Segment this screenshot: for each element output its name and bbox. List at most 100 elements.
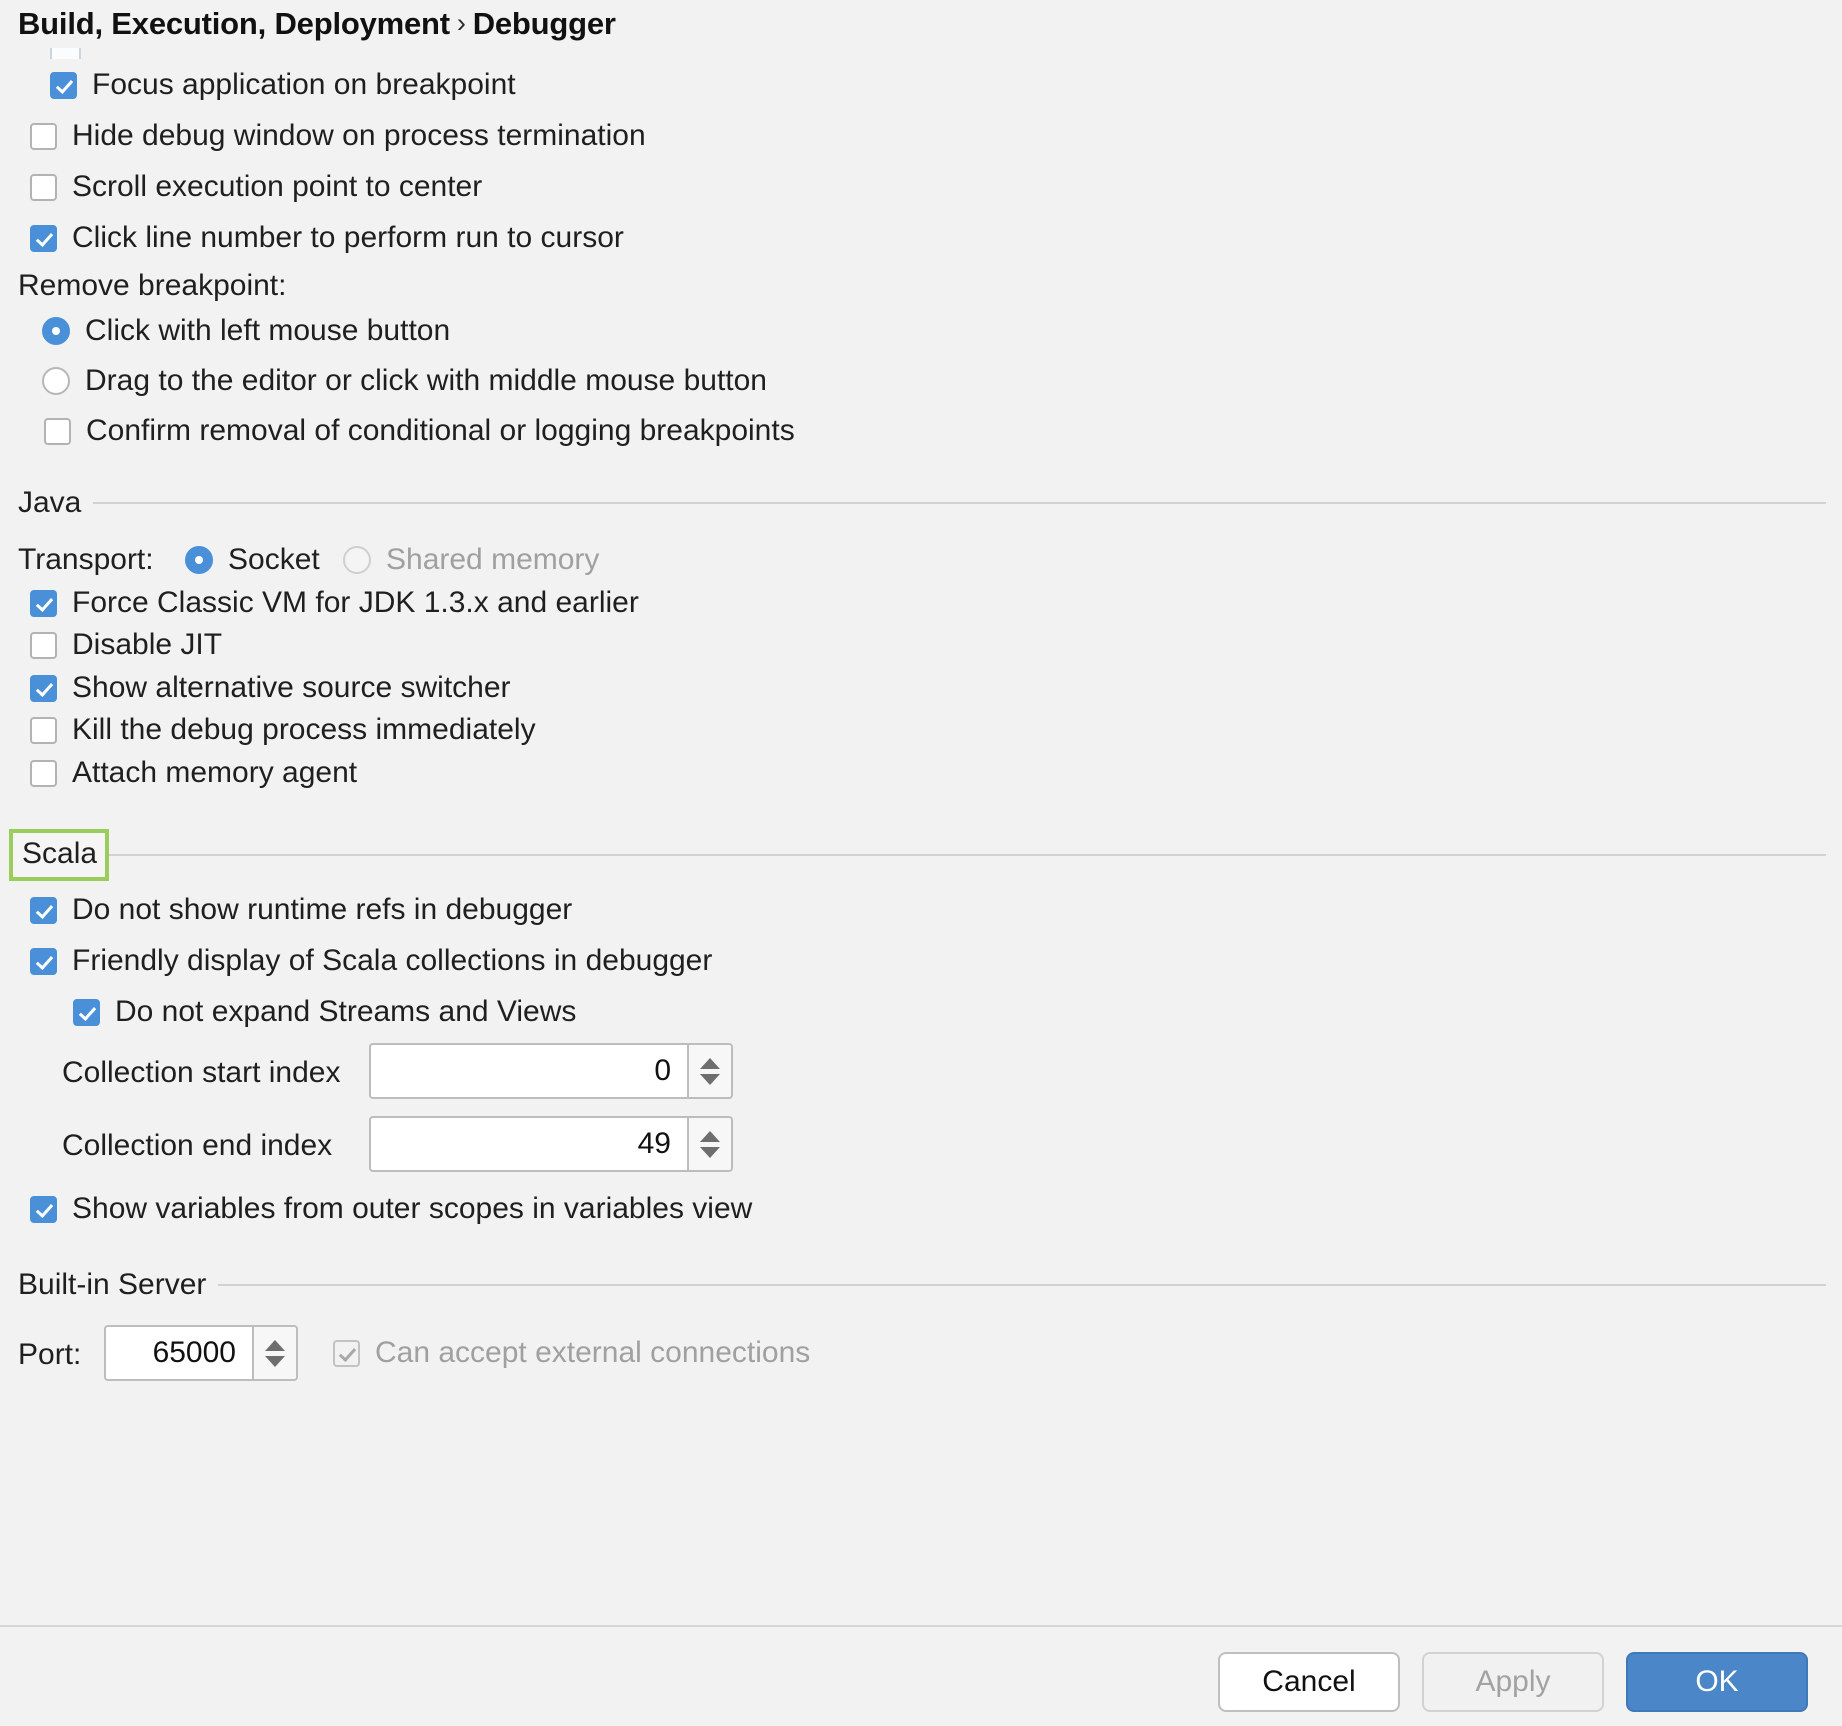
checkbox-icon[interactable]	[30, 225, 57, 252]
radio-drag-to-editor-or-middle-mouse[interactable]: Drag to the editor or click with middle …	[42, 366, 767, 396]
transport-label: Transport:	[18, 545, 154, 575]
option-can-accept-external-connections[interactable]: Can accept external connections	[333, 1338, 810, 1368]
section-divider	[218, 1284, 1826, 1286]
option-focus-application-on-breakpoint[interactable]: Focus application on breakpoint	[50, 70, 516, 100]
option-show-variables-from-outer-scopes[interactable]: Show variables from outer scopes in vari…	[30, 1194, 752, 1224]
checkbox-icon[interactable]	[30, 1196, 57, 1223]
group-label: Remove breakpoint:	[18, 271, 286, 301]
option-label: Do not show runtime refs in debugger	[72, 895, 572, 925]
chevron-up-icon[interactable]	[700, 1058, 720, 1069]
section-title: Built-in Server	[18, 1268, 218, 1302]
section-scala: Scala	[18, 829, 1826, 881]
spinner-buttons[interactable]	[252, 1325, 298, 1381]
checkbox-icon[interactable]	[44, 418, 71, 445]
clipped-scrolled-row	[0, 48, 1842, 59]
checkbox-icon[interactable]	[50, 72, 77, 99]
checkbox-icon[interactable]	[30, 760, 57, 787]
field-collection-start-index: Collection start index	[62, 1056, 340, 1090]
remove-breakpoint-group-label: Remove breakpoint:	[18, 271, 286, 301]
option-label: Click line number to perform run to curs…	[72, 223, 624, 253]
checkbox-icon[interactable]	[30, 948, 57, 975]
breadcrumb: Build, Execution, Deployment›Debugger	[18, 6, 616, 42]
breadcrumb-root[interactable]: Build, Execution, Deployment	[18, 6, 450, 41]
radio-click-with-left-mouse-button[interactable]: Click with left mouse button	[42, 316, 450, 346]
option-attach-memory-agent[interactable]: Attach memory agent	[30, 758, 357, 788]
checkbox-icon[interactable]	[30, 632, 57, 659]
radio-icon[interactable]	[42, 317, 70, 345]
checkbox-icon[interactable]	[30, 123, 57, 150]
option-click-line-number-to-perform-run-to-cursor[interactable]: Click line number to perform run to curs…	[30, 223, 624, 253]
option-show-alternative-source-switcher[interactable]: Show alternative source switcher	[30, 673, 511, 703]
chevron-down-icon[interactable]	[265, 1356, 285, 1367]
radio-label: Shared memory	[386, 545, 599, 575]
checkbox-icon[interactable]	[73, 999, 100, 1026]
spinner-collection-end-index[interactable]: 49	[369, 1116, 733, 1172]
option-label: Show alternative source switcher	[72, 673, 511, 703]
section-builtin-server: Built-in Server	[18, 1268, 1826, 1302]
option-kill-the-debug-process-immediately[interactable]: Kill the debug process immediately	[30, 715, 536, 745]
port-label: Port:	[18, 1338, 81, 1372]
option-do-not-show-runtime-refs-in-debugger[interactable]: Do not show runtime refs in debugger	[30, 895, 572, 925]
option-scroll-execution-point-to-center[interactable]: Scroll execution point to center	[30, 172, 482, 202]
option-label: Focus application on breakpoint	[92, 70, 516, 100]
chevron-up-icon[interactable]	[265, 1340, 285, 1351]
option-do-not-expand-streams-and-views[interactable]: Do not expand Streams and Views	[73, 997, 576, 1027]
option-disable-jit[interactable]: Disable JIT	[30, 630, 222, 660]
option-label: Confirm removal of conditional or loggin…	[86, 416, 795, 446]
checkbox-icon[interactable]	[30, 675, 57, 702]
field-collection-end-index: Collection end index	[62, 1129, 332, 1163]
option-force-classic-vm[interactable]: Force Classic VM for JDK 1.3.x and earli…	[30, 588, 639, 618]
checkbox-icon[interactable]	[30, 897, 57, 924]
option-confirm-removal-of-conditional-or-logging-breakpoints[interactable]: Confirm removal of conditional or loggin…	[44, 416, 795, 446]
spinner-collection-start-index[interactable]: 0	[369, 1043, 733, 1099]
chevron-up-icon[interactable]	[700, 1131, 720, 1142]
spinner-buttons[interactable]	[687, 1116, 733, 1172]
spinner-buttons[interactable]	[687, 1043, 733, 1099]
checkbox-icon[interactable]	[30, 174, 57, 201]
footer-divider	[0, 1625, 1842, 1627]
field-label: Collection start index	[62, 1056, 340, 1090]
cancel-button[interactable]: Cancel	[1218, 1652, 1400, 1712]
ok-button[interactable]: OK	[1626, 1652, 1808, 1712]
radio-label: Socket	[228, 545, 320, 575]
option-label: Disable JIT	[72, 630, 222, 660]
section-title: Scala	[9, 829, 109, 881]
section-title: Java	[18, 486, 93, 520]
transport-row: Transport:	[18, 545, 154, 575]
chevron-down-icon[interactable]	[700, 1074, 720, 1085]
radio-icon[interactable]	[42, 367, 70, 395]
section-divider	[109, 854, 1826, 856]
clipped-checkbox-icon	[50, 48, 81, 59]
dialog-button-bar: Cancel Apply OK	[1218, 1652, 1808, 1712]
checkbox-icon[interactable]	[30, 590, 57, 617]
option-label: Attach memory agent	[72, 758, 357, 788]
section-java: Java	[18, 486, 1826, 520]
option-label: Hide debug window on process termination	[72, 121, 646, 151]
option-hide-debug-window-on-process-termination[interactable]: Hide debug window on process termination	[30, 121, 646, 151]
section-divider	[93, 502, 1826, 504]
settings-scroll-pane[interactable]: Focus application on breakpoint Hide deb…	[0, 48, 1842, 1619]
checkbox-icon[interactable]	[333, 1340, 360, 1367]
radio-label: Drag to the editor or click with middle …	[85, 366, 767, 396]
spinner-value[interactable]: 49	[369, 1116, 687, 1172]
field-label: Collection end index	[62, 1129, 332, 1163]
port-label-row: Port:	[18, 1338, 81, 1372]
option-label: Scroll execution point to center	[72, 172, 482, 202]
option-label: Can accept external connections	[375, 1338, 810, 1368]
radio-icon[interactable]	[185, 546, 213, 574]
spinner-value[interactable]: 0	[369, 1043, 687, 1099]
radio-transport-socket[interactable]: Socket	[185, 545, 320, 575]
option-label: Friendly display of Scala collections in…	[72, 946, 712, 976]
option-label: Force Classic VM for JDK 1.3.x and earli…	[72, 588, 639, 618]
spinner-port[interactable]: 65000	[104, 1325, 298, 1381]
breadcrumb-leaf: Debugger	[473, 6, 616, 41]
option-label: Show variables from outer scopes in vari…	[72, 1194, 752, 1224]
chevron-down-icon[interactable]	[700, 1147, 720, 1158]
radio-icon[interactable]	[343, 546, 371, 574]
checkbox-icon[interactable]	[30, 717, 57, 744]
radio-transport-shared-memory[interactable]: Shared memory	[343, 545, 599, 575]
spinner-value[interactable]: 65000	[104, 1325, 252, 1381]
option-friendly-display-of-scala-collections[interactable]: Friendly display of Scala collections in…	[30, 946, 712, 976]
apply-button[interactable]: Apply	[1422, 1652, 1604, 1712]
radio-label: Click with left mouse button	[85, 316, 450, 346]
